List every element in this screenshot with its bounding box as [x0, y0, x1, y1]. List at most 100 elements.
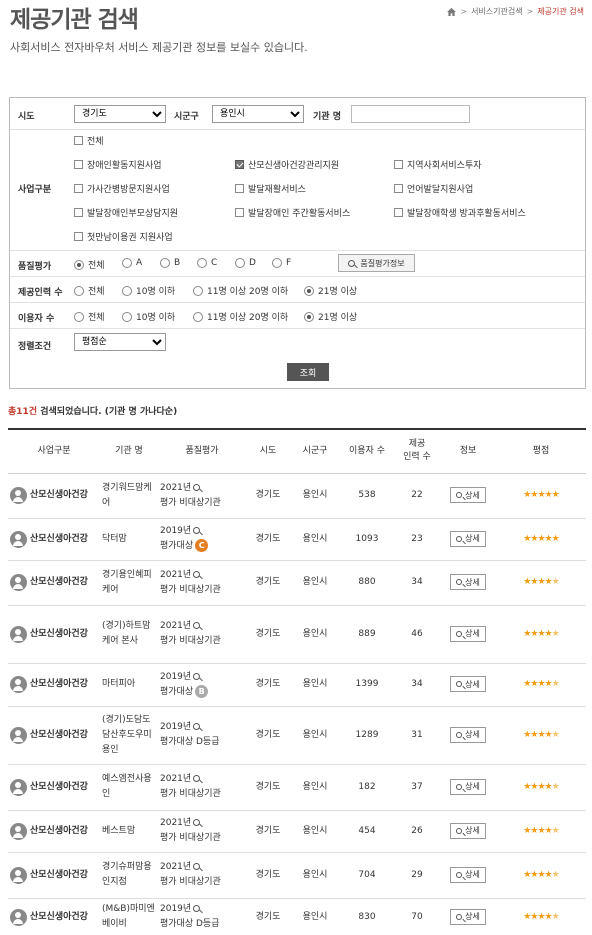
checkbox-icon[interactable] — [74, 232, 83, 241]
sido-select[interactable]: 경기도 — [74, 105, 166, 123]
radio-icon[interactable] — [74, 259, 84, 270]
business-checkbox[interactable]: 발달재활서비스 — [235, 182, 306, 195]
checkbox-icon[interactable] — [235, 208, 244, 217]
radio-icon[interactable] — [193, 285, 203, 296]
search-icon[interactable] — [193, 570, 201, 578]
business-checkbox[interactable]: 가사간병방문지원사업 — [74, 182, 170, 195]
radio-icon[interactable] — [122, 311, 132, 322]
business-checkbox[interactable]: 발달장애학생 방과후활동서비스 — [394, 206, 526, 219]
staff-radio[interactable]: 전체 — [74, 284, 105, 297]
org-name-input[interactable] — [351, 105, 470, 123]
org-name-link[interactable]: 경기용인혜피케어 — [102, 570, 152, 595]
search-icon[interactable] — [193, 527, 201, 534]
detail-button[interactable]: 상세 — [450, 726, 486, 743]
detail-button[interactable]: 상세 — [450, 574, 486, 590]
search-icon[interactable] — [193, 622, 201, 629]
checkbox-icon[interactable] — [74, 136, 83, 145]
checkbox-icon[interactable] — [394, 160, 403, 169]
org-name-link[interactable]: (경기)도담도담산후도우미용인 — [102, 715, 152, 755]
search-icon[interactable] — [193, 723, 201, 730]
org-name-link[interactable]: 마터피아 — [102, 679, 135, 689]
org-name-link[interactable]: (M&B)마미엔베이비 — [102, 904, 155, 929]
detail-button[interactable]: 상세 — [450, 676, 486, 692]
staff-radio[interactable]: 21명 이상 — [304, 284, 357, 297]
detail-button[interactable]: 상세 — [450, 822, 486, 839]
org-name-link[interactable]: 경기슈퍼맘용인지점 — [102, 862, 152, 887]
checkbox-icon[interactable] — [394, 184, 403, 193]
search-icon[interactable] — [193, 672, 201, 680]
detail-button[interactable]: 상세 — [450, 625, 486, 642]
star-icon: ★ — [551, 825, 560, 836]
radio-icon[interactable] — [197, 258, 207, 268]
quality-radio[interactable]: A — [122, 258, 142, 268]
quality-info-button[interactable]: 품질평가정보 — [338, 254, 415, 272]
business-checkbox[interactable]: 언어발달지원사업 — [394, 182, 473, 195]
table-row: 산모신생아건강 닥터맘 2019년 평가대상 C 경기도 용인시 1093 23 상세 ★★★★★ — [8, 518, 586, 561]
table-row: 산모신생아건강 (경기)도담도담산후도우미용인 2019년 평가대상 D등급 경기도 용인… — [8, 706, 586, 765]
users-radio[interactable]: 10명 이하 — [122, 310, 175, 323]
checkbox-icon[interactable] — [235, 184, 244, 193]
detail-button[interactable]: 상세 — [450, 866, 486, 883]
radio-icon[interactable] — [193, 311, 203, 322]
detail-button[interactable]: 상세 — [450, 487, 486, 503]
org-name-link[interactable]: (경기)하트맘케어 본사 — [102, 621, 150, 646]
home-icon[interactable] — [447, 7, 457, 16]
radio-icon[interactable] — [304, 311, 314, 322]
quality-radio[interactable]: F — [272, 258, 291, 268]
staff-radio[interactable]: 11명 이상 20명 이하 — [193, 284, 288, 297]
business-checkbox[interactable]: 장애인활동지원사업 — [74, 158, 162, 171]
star-icon: ★ — [537, 628, 545, 639]
business-checkbox[interactable]: 지역사회서비스투자 — [394, 158, 482, 171]
radio-icon[interactable] — [272, 258, 282, 268]
business-checkbox[interactable]: 발달장애인부모상담지원 — [74, 206, 178, 219]
radio-icon[interactable] — [160, 258, 170, 268]
business-checkbox[interactable]: 산모신생아건강관리지원 — [235, 158, 339, 171]
detail-button[interactable]: 상세 — [450, 778, 486, 795]
business-checkbox[interactable]: 발달장애인 주간활동서비스 — [235, 206, 350, 219]
org-name-link[interactable]: 경기워드맘케어 — [102, 483, 152, 508]
table-row: 산모신생아건강 경기워드맘케어 2021년 평가 비대상기관 경기도 용인시 538 22 상세… — [8, 473, 586, 519]
checkbox-icon[interactable] — [394, 208, 403, 217]
detail-button[interactable]: 상세 — [450, 530, 486, 547]
checkbox-icon[interactable] — [74, 160, 83, 169]
quality-radio[interactable]: D — [235, 258, 256, 268]
detail-button[interactable]: 상세 — [450, 908, 486, 925]
search-button[interactable]: 조회 — [287, 363, 329, 381]
radio-icon[interactable] — [122, 285, 132, 296]
checkbox-icon[interactable] — [74, 208, 83, 217]
quality-radio[interactable]: B — [160, 258, 180, 268]
breadcrumb: > 서비스기관검색 > 제공기관 검색 — [447, 6, 584, 17]
search-icon[interactable] — [193, 905, 201, 912]
search-icon[interactable] — [193, 819, 201, 826]
users-radio[interactable]: 11명 이상 20명 이하 — [193, 310, 288, 323]
users-count-cell: 1093 — [340, 518, 394, 561]
radio-icon[interactable] — [74, 285, 84, 296]
checkbox-icon[interactable] — [74, 184, 83, 193]
rating-stars: ★★★★★ — [523, 912, 559, 922]
business-all-checkbox[interactable]: 전체 — [74, 134, 104, 147]
staff-radio[interactable]: 10명 이하 — [122, 284, 175, 297]
radio-icon[interactable] — [74, 311, 84, 322]
sigungu-select[interactable]: 용인시 — [212, 105, 304, 123]
quality-radio[interactable]: 전체 — [74, 258, 105, 271]
checkbox-icon[interactable] — [235, 160, 244, 169]
sort-select[interactable]: 평점순 — [74, 333, 166, 351]
radio-icon[interactable] — [235, 258, 245, 268]
business-checkbox[interactable]: 첫만남이용권 지원사업 — [74, 230, 173, 243]
search-icon[interactable] — [193, 483, 201, 491]
sido-cell: 경기도 — [246, 560, 290, 606]
sido-cell: 경기도 — [246, 764, 290, 811]
search-icon[interactable] — [193, 775, 201, 782]
breadcrumb-item[interactable]: 서비스기관검색 — [471, 6, 523, 17]
org-name-link[interactable]: 닥터맘 — [102, 534, 127, 544]
users-radio[interactable]: 전체 — [74, 310, 105, 323]
search-icon[interactable] — [193, 863, 201, 870]
org-name-cell: 닥터맘 — [100, 518, 158, 561]
radio-icon[interactable] — [304, 285, 314, 296]
quality-radio[interactable]: C — [197, 258, 217, 268]
rating-cell: ★★★★★ — [496, 810, 586, 853]
org-name-link[interactable]: 베스트맘 — [102, 826, 135, 836]
users-radio[interactable]: 21명 이상 — [304, 310, 357, 323]
org-name-link[interactable]: 예스엠전사용인 — [102, 774, 152, 799]
radio-icon[interactable] — [122, 258, 132, 268]
